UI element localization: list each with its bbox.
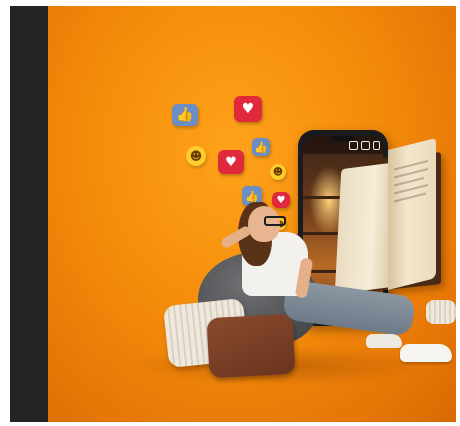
screen-icon — [361, 141, 370, 150]
brown-pillow — [206, 313, 296, 379]
small-pillow — [426, 300, 456, 324]
smiley-icon: ☻ — [186, 146, 206, 166]
book-page-right — [388, 138, 436, 290]
screen-icon — [349, 141, 358, 150]
dark-side-strip — [10, 6, 48, 422]
heart-bubble-icon: ♥ — [272, 192, 290, 208]
heart-bubble-icon: ♥ — [218, 150, 244, 174]
text-line — [394, 192, 426, 203]
smiley-icon: ☻ — [270, 164, 286, 180]
cover-image: 👍 ♥ ☻ ♥ 👍 ☻ 👍 ♥ ☻ ♥ — [10, 6, 456, 422]
phone-notch — [331, 136, 355, 141]
thumbs-up-icon: 👍 — [172, 104, 198, 126]
glasses — [264, 216, 286, 226]
heart-bubble-icon: ♥ — [234, 96, 262, 122]
orange-artwork: 👍 ♥ ☻ ♥ 👍 ☻ 👍 ♥ ☻ ♥ — [48, 6, 456, 422]
sneaker — [400, 344, 452, 362]
thumbs-up-icon: 👍 — [252, 138, 270, 156]
sneaker — [366, 334, 402, 348]
screen-icon — [373, 141, 380, 150]
